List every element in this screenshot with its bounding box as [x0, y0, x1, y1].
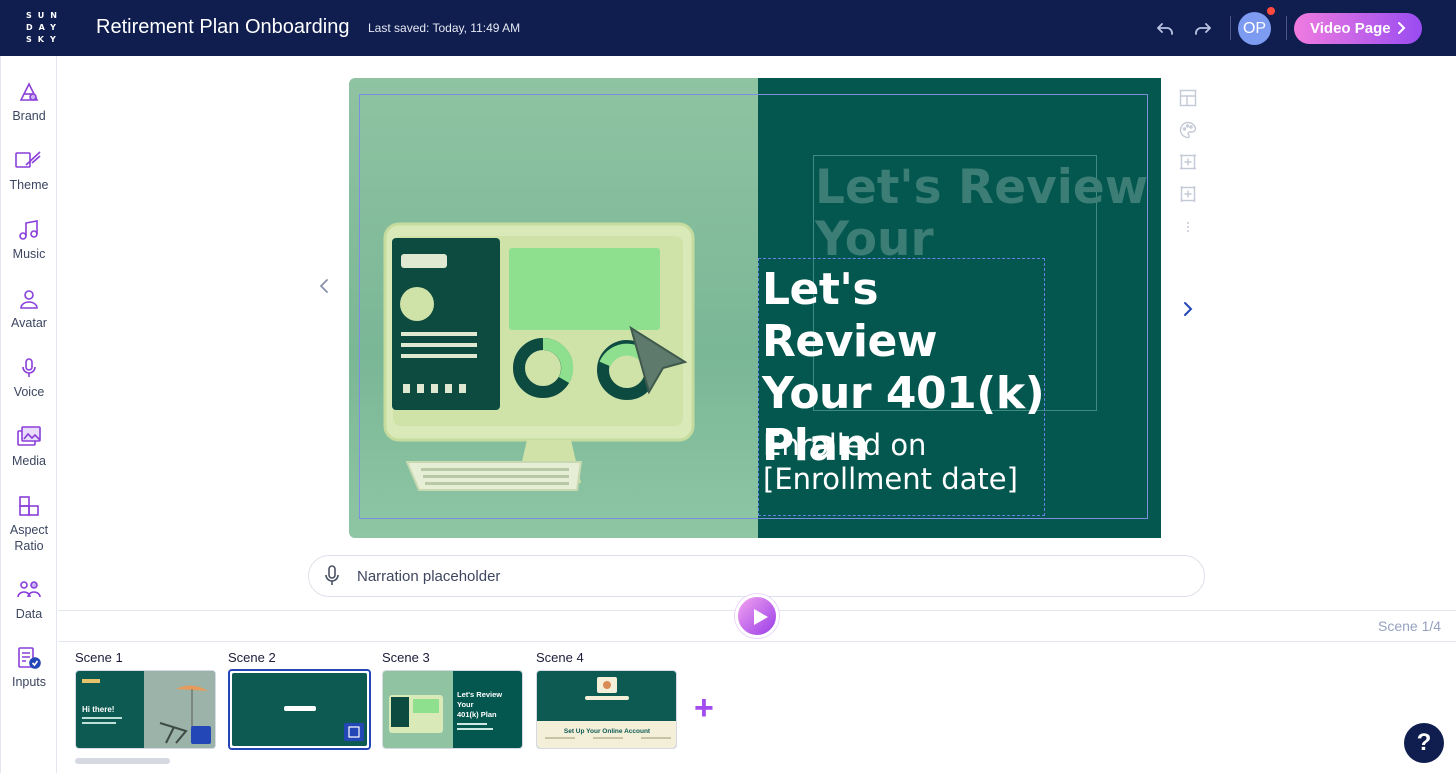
scene-thumbnail-4[interactable]: Set Up Your Online Account [536, 670, 677, 749]
sidebar-item-music[interactable]: Music [1, 218, 57, 262]
scene-2-preview [230, 671, 369, 748]
sidebar-label-data: Data [15, 607, 43, 621]
more-options-icon[interactable] [1179, 220, 1197, 234]
data-people-icon [17, 581, 41, 598]
sidebar-item-brand[interactable]: Brand [1, 80, 57, 124]
sidebar-label-inputs: Inputs [11, 675, 47, 689]
sidebar-label-avatar: Avatar [11, 316, 47, 330]
timeline-scrollbar[interactable] [75, 758, 170, 764]
left-sidebar: Brand Theme Music Avatar Voice Media Asp… [0, 56, 57, 773]
scene-canvas[interactable]: Let's Review Your Let's Review Your 401(… [349, 78, 1161, 538]
scene-4-thumb-text: Set Up Your Online Account [564, 728, 651, 735]
sidebar-item-aspect-ratio[interactable]: Aspect Ratio [1, 494, 57, 554]
sundaysky-logo[interactable]: SUN DAY SKY [26, 10, 66, 46]
video-page-button[interactable]: Video Page [1294, 13, 1422, 44]
last-saved-status: Last saved: Today, 11:49 AM [368, 21, 521, 35]
user-avatar[interactable]: OP [1238, 12, 1271, 45]
microphone-icon [22, 358, 36, 377]
redo-icon[interactable] [1191, 16, 1215, 40]
aspect-ratio-line-1: Aspect [9, 523, 49, 537]
theme-icon [15, 151, 41, 168]
brand-icon [19, 82, 39, 101]
inputs-icon [18, 647, 41, 669]
toolbar-divider [1230, 16, 1231, 40]
scene-counter: Scene 1/4 [1378, 618, 1442, 634]
sidebar-item-avatar[interactable]: Avatar [1, 287, 57, 331]
scene-thumbnail-3[interactable]: Let's Review Your 401(k) Plan [382, 670, 523, 749]
canvas-toolbar [1174, 82, 1203, 240]
project-title[interactable]: Retirement Plan Onboarding [96, 16, 349, 39]
help-button[interactable]: ? [1404, 723, 1444, 763]
sidebar-label-media: Media [11, 454, 47, 468]
sidebar-item-voice[interactable]: Voice [1, 356, 57, 400]
aspect-ratio-line-2: Ratio [14, 539, 44, 553]
top-bar: SUN DAY SKY Retirement Plan Onboarding L… [0, 0, 1456, 56]
microphone-icon[interactable] [319, 563, 345, 589]
chevron-right-icon [1398, 22, 1406, 34]
aspect-ratio-icon [19, 496, 39, 516]
logo-line-1: SUN [26, 11, 63, 20]
sidebar-label-aspect-ratio: Aspect Ratio [1, 522, 57, 554]
video-page-label: Video Page [1310, 20, 1391, 37]
add-placeholder-icon[interactable] [1179, 153, 1197, 171]
sidebar-item-inputs[interactable]: Inputs [1, 646, 57, 690]
media-icon [17, 426, 41, 446]
previous-scene-arrow-icon[interactable] [316, 277, 332, 295]
sidebar-label-music: Music [12, 247, 46, 261]
scene-thumbnail-1[interactable]: Hi there! [75, 670, 216, 749]
undo-icon[interactable] [1153, 16, 1177, 40]
scene-3-thumb-line-1: Let's Review [457, 690, 502, 699]
sidebar-item-media[interactable]: Media [1, 425, 57, 469]
avatar-person-icon [20, 290, 38, 309]
timeline-divider [58, 641, 1456, 642]
sidebar-item-theme[interactable]: Theme [1, 149, 57, 193]
layout-icon[interactable] [1179, 89, 1197, 107]
scene-3-thumb-line-2: Your [457, 700, 474, 709]
narration-field[interactable]: Narration placeholder [308, 555, 1205, 597]
logo-line-3: SKY [26, 35, 62, 44]
sidebar-label-voice: Voice [13, 385, 45, 399]
music-icon [19, 220, 38, 240]
sidebar-item-data[interactable]: Data [1, 578, 57, 622]
notification-dot [1267, 7, 1275, 15]
next-scene-arrow-icon[interactable] [1180, 300, 1196, 318]
add-element-icon[interactable] [1179, 185, 1197, 203]
scene-1-preview: Hi there! [76, 671, 215, 748]
sidebar-label-theme: Theme [9, 178, 49, 192]
scene-3-thumb-line-3: 401(k) Plan [457, 710, 497, 719]
scene-4-preview: Set Up Your Online Account [537, 671, 676, 748]
scene-3-preview: Let's Review Your 401(k) Plan [383, 671, 522, 748]
scene-label: Scene 3 [382, 650, 430, 665]
scene-label: Scene 1 [75, 650, 123, 665]
scene-label: Scene 4 [536, 650, 584, 665]
add-scene-button[interactable]: + [694, 691, 714, 725]
palette-icon[interactable] [1179, 121, 1197, 139]
narration-placeholder[interactable]: Narration placeholder [357, 568, 500, 585]
logo-line-2: DAY [26, 23, 62, 32]
slide-subtitle[interactable]: Enrolled on [Enrollment date] [763, 428, 1033, 496]
toolbar-divider [1286, 16, 1287, 40]
sidebar-label-brand: Brand [12, 109, 46, 123]
play-icon [754, 609, 768, 625]
scene-label: Scene 2 [228, 650, 276, 665]
scene-thumbnail-2[interactable] [228, 669, 371, 750]
play-button[interactable] [735, 594, 779, 638]
scene-1-thumb-text: Hi there! [82, 705, 114, 714]
